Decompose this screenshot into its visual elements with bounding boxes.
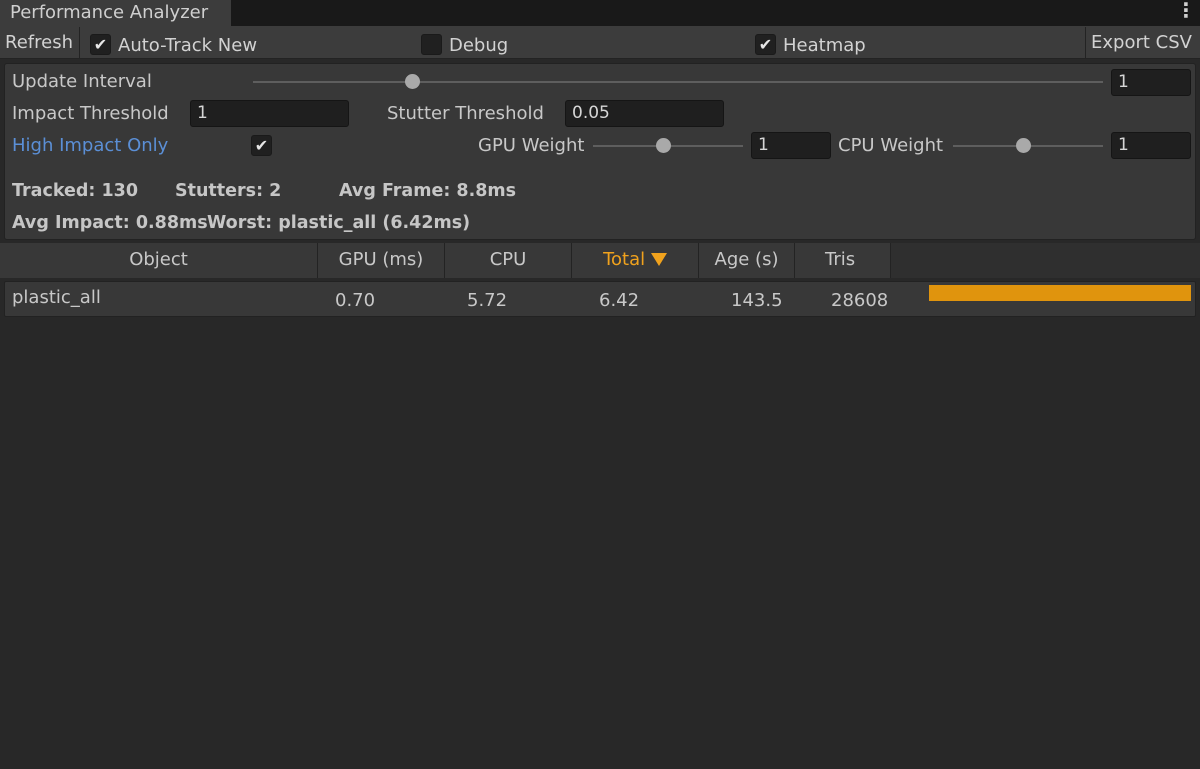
kebab-menu-icon[interactable]: ⋮ [1176,0,1196,22]
update-interval-slider[interactable] [253,81,1103,83]
update-interval-slider-knob[interactable] [405,74,420,89]
refresh-label: Refresh [5,32,73,53]
export-csv-label: Export CSV [1091,32,1192,53]
window-tab[interactable]: Performance Analyzer [0,0,231,26]
column-header-cpu[interactable]: CPU [445,243,572,278]
gpu-weight-label: GPU Weight [478,135,585,156]
export-csv-button[interactable]: Export CSV [1085,27,1200,58]
auto-track-toggle[interactable]: ✔ Auto-Track New [90,34,280,56]
cpu-weight-label: CPU Weight [838,135,944,156]
update-interval-label: Update Interval [12,71,152,92]
refresh-button[interactable]: Refresh [0,27,80,58]
cell-age: 143.5 [731,290,783,311]
column-header-label: GPU (ms) [338,249,424,270]
column-header-tris[interactable]: Tris [795,243,891,278]
cell-object: plastic_all [12,287,101,308]
update-interval-field[interactable]: 1 [1111,69,1191,96]
heatmap-checkbox[interactable]: ✔ [755,34,776,55]
debug-label: Debug [449,35,509,56]
heatmap-toggle[interactable]: ✔ Heatmap [755,34,875,56]
column-header-gpu[interactable]: GPU (ms) [318,243,445,278]
cell-gpu: 0.70 [335,290,376,311]
impact-heatmap-bar [929,285,1191,301]
stat-avg-frame: Avg Frame: 8.8ms [339,181,517,201]
column-header-label: CPU [489,249,527,270]
debug-checkbox[interactable] [421,34,442,55]
checkmark-icon: ✔ [93,35,108,54]
column-header-total[interactable]: Total [572,243,699,278]
cell-tris: 28608 [831,290,889,311]
sort-descending-icon [650,249,667,270]
auto-track-label: Auto-Track New [118,35,258,56]
column-header-label: Tris [825,249,856,270]
auto-track-checkbox[interactable]: ✔ [90,34,111,55]
heatmap-label: Heatmap [783,35,866,56]
table-row[interactable]: plastic_all 0.70 5.72 6.42 143.5 28608 [4,281,1196,317]
stutter-threshold-field[interactable]: 0.05 [565,100,724,127]
column-header-age[interactable]: Age (s) [699,243,795,278]
cell-total: 6.42 [599,290,640,311]
stat-stutters: Stutters: 2 [175,181,282,201]
stutter-threshold-label: Stutter Threshold [387,103,544,124]
table-header: Object GPU (ms) CPU Total Age (s) Tris [0,243,1200,278]
impact-threshold-label: Impact Threshold [12,103,169,124]
cpu-weight-field[interactable]: 1 [1111,132,1191,159]
column-header-label: Total [603,249,646,270]
column-header-label: Age (s) [714,249,779,270]
debug-toggle[interactable]: Debug [421,34,531,56]
impact-threshold-field[interactable]: 1 [190,100,349,127]
stat-avg-impact: Avg Impact: 0.88ms [12,213,208,233]
gpu-weight-field[interactable]: 1 [751,132,831,159]
cell-cpu: 5.72 [467,290,508,311]
toolbar: Refresh ✔ Auto-Track New Debug ✔ Heatmap… [0,26,1200,59]
stat-tracked: Tracked: 130 [12,181,139,201]
checkmark-icon: ✔ [254,136,269,155]
column-header-label: Object [129,249,188,270]
window-title: Performance Analyzer [10,2,209,23]
high-impact-only-checkbox[interactable]: ✔ [251,135,272,156]
stat-worst: Worst: plastic_all (6.42ms) [207,213,471,233]
cpu-weight-slider-knob[interactable] [1016,138,1031,153]
gpu-weight-slider-knob[interactable] [656,138,671,153]
checkmark-icon: ✔ [758,35,773,54]
settings-panel: Update Interval 1 Impact Threshold 1 Stu… [4,63,1196,240]
column-header-object[interactable]: Object [0,243,318,278]
high-impact-only-label[interactable]: High Impact Only [12,135,168,156]
title-bar: Performance Analyzer ⋮ [0,0,1200,26]
